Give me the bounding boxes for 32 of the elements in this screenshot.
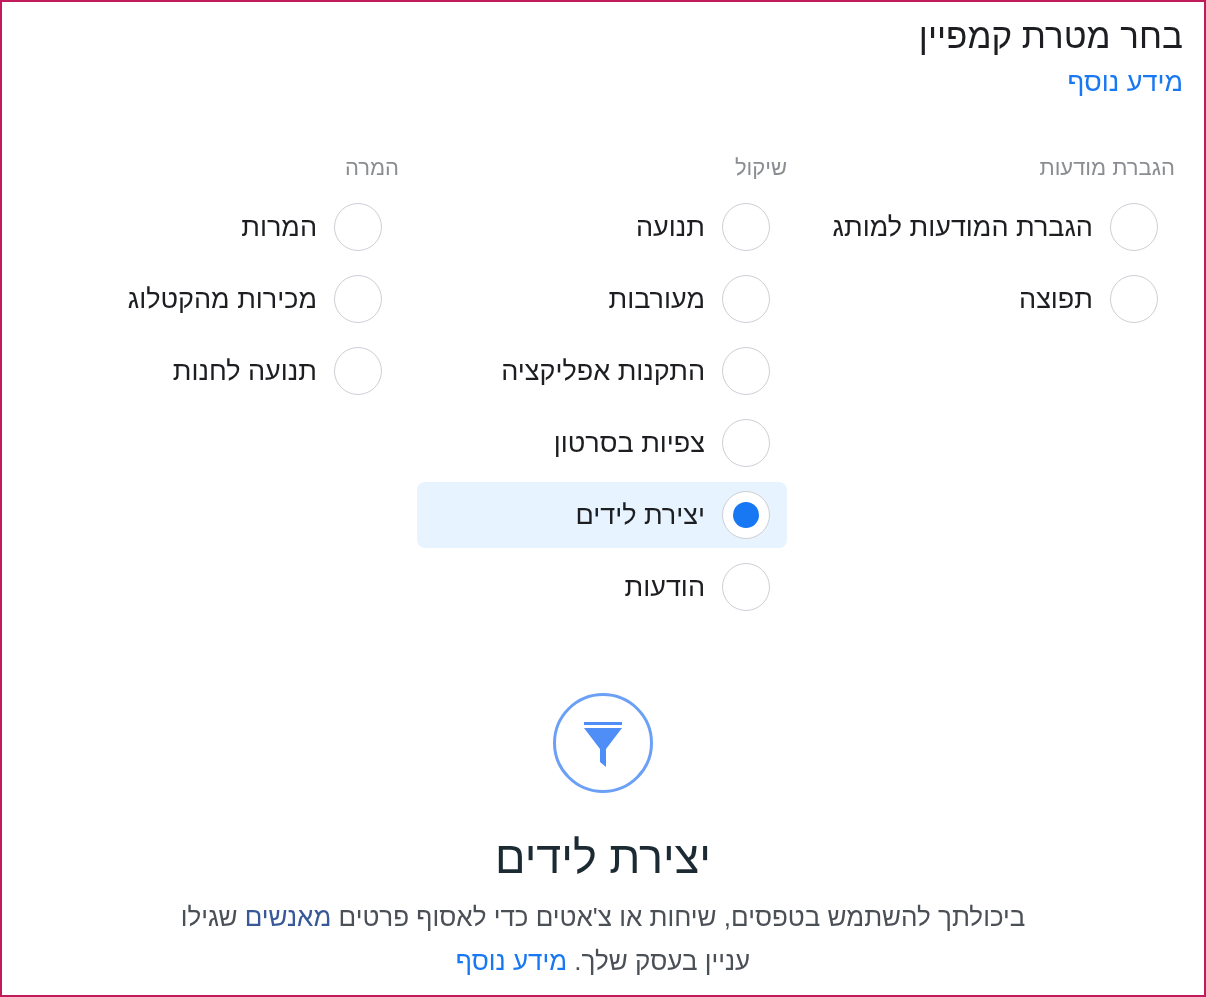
- group-heading: הגברת מודעות: [1039, 155, 1175, 181]
- objective-title: יצירת לידים: [495, 832, 711, 884]
- radio-icon: [334, 275, 382, 323]
- objective-description: ביכולתך להשתמש בטפסים, שיחות או צ'אטים כדי לאסוף פרטים מאנשים שגילו עניין בעסק שלך. מידע נוסף: [179, 901, 1027, 978]
- radio-icon: [1110, 203, 1158, 251]
- learn-more-link[interactable]: מידע נוסף: [1067, 66, 1183, 98]
- radio-icon: [722, 347, 770, 395]
- group-heading: שיקול: [734, 155, 787, 181]
- radio-icon: [334, 203, 382, 251]
- objective-option[interactable]: תפוצה: [805, 266, 1175, 332]
- radio-icon: [722, 563, 770, 611]
- objective-option[interactable]: תנועה לחנות: [29, 338, 399, 404]
- radio-icon: [722, 491, 770, 539]
- group-heading: המרה: [344, 155, 399, 181]
- objective-option[interactable]: הודעות: [417, 554, 787, 620]
- radio-icon: [722, 419, 770, 467]
- objective-option[interactable]: המרות: [29, 194, 399, 260]
- radio-icon: [1110, 275, 1158, 323]
- radio-icon: [722, 203, 770, 251]
- objective-option[interactable]: מעורבות: [417, 266, 787, 332]
- objective-option[interactable]: יצירת לידים: [417, 482, 787, 548]
- radio-icon: [722, 275, 770, 323]
- objective-option[interactable]: התקנות אפליקציה: [417, 338, 787, 404]
- objective-option[interactable]: צפיות בסרטון: [417, 410, 787, 476]
- radio-icon: [334, 347, 382, 395]
- objective-option[interactable]: מכירות מהקטלוג: [29, 266, 399, 332]
- learn-more-link[interactable]: מידע נוסף: [455, 946, 568, 976]
- objective-option[interactable]: הגברת המודעות למותג: [805, 194, 1175, 260]
- objective-option[interactable]: תנועה: [417, 194, 787, 260]
- people-link[interactable]: מאנשים: [244, 902, 332, 932]
- page-title: בחר מטרת קמפיין: [918, 15, 1183, 57]
- funnel-icon: [553, 693, 653, 793]
